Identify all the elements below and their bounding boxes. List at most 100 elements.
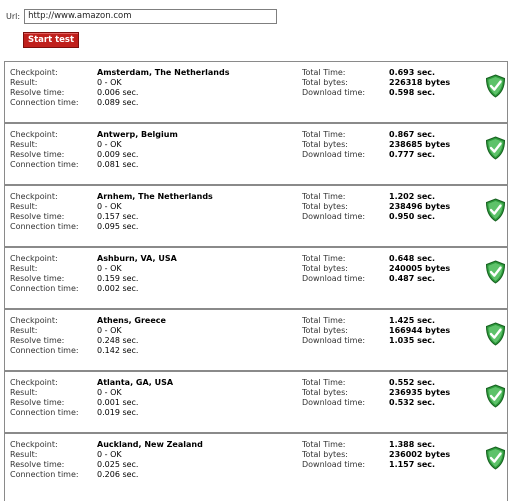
resolve-time-label: Resolve time: [10,150,65,159]
download-time-value: 0.487 sec. [389,274,436,283]
total-time-label: Total Time: [302,254,346,263]
left-labels: Checkpoint: Result: Resolve time: Connec… [10,378,79,418]
connection-time-value: 0.081 sec. [97,160,139,169]
right-labels: Total Time: Total bytes: Download time: [302,68,365,98]
right-labels: Total Time: Total bytes: Download time: [302,440,365,470]
left-labels: Checkpoint: Result: Resolve time: Connec… [10,130,79,170]
right-labels: Total Time: Total bytes: Download time: [302,316,365,346]
left-labels: Checkpoint: Result: Resolve time: Connec… [10,68,79,108]
shield-check-icon [485,446,506,470]
start-test-button[interactable]: Start test [23,32,79,48]
download-time-label: Download time: [302,398,366,407]
left-values: Athens, Greece 0 - OK 0.248 sec. 0.142 s… [97,316,166,356]
resolve-time-label: Resolve time: [10,398,65,407]
download-time-label: Download time: [302,460,366,469]
checkpoint-label: Checkpoint: [10,378,58,387]
left-values: Auckland, New Zealand 0 - OK 0.025 sec. … [97,440,203,480]
right-values: 0.648 sec. 240005 bytes 0.487 sec. [389,254,450,284]
connection-time-value: 0.002 sec. [97,284,139,293]
total-time-value: 0.867 sec. [389,130,436,139]
download-time-value: 0.598 sec. [389,88,436,97]
result-row: Checkpoint: Result: Resolve time: Connec… [5,434,507,496]
left-values: Atlanta, GA, USA 0 - OK 0.001 sec. 0.019… [97,378,173,418]
shield-check-icon [485,260,506,284]
total-time-value: 1.202 sec. [389,192,436,201]
result-value: 0 - OK [97,140,122,149]
checkpoint-label: Checkpoint: [10,130,58,139]
result-value: 0 - OK [97,264,122,273]
right-values: 1.388 sec. 236002 bytes 1.157 sec. [389,440,450,470]
total-bytes-value: 238685 bytes [389,140,451,149]
left-labels: Checkpoint: Result: Resolve time: Connec… [10,316,79,356]
total-time-value: 0.648 sec. [389,254,436,263]
total-time-value: 0.693 sec. [389,68,436,77]
total-time-label: Total Time: [302,378,346,387]
total-bytes-value: 240005 bytes [389,264,451,273]
right-values: 0.867 sec. 238685 bytes 0.777 sec. [389,130,450,160]
download-time-label: Download time: [302,274,366,283]
result-row: Checkpoint: Result: Resolve time: Connec… [5,248,507,310]
total-time-value: 0.552 sec. [389,378,436,387]
result-label: Result: [10,264,38,273]
resolve-time-value: 0.006 sec. [97,88,139,97]
total-bytes-value: 236002 bytes [389,450,451,459]
checkpoint-value: Auckland, New Zealand [97,440,203,449]
total-time-value: 1.388 sec. [389,440,436,449]
resolve-time-label: Resolve time: [10,88,65,97]
checkpoint-value: Atlanta, GA, USA [97,378,174,387]
connection-time-value: 0.095 sec. [97,222,139,231]
total-time-label: Total Time: [302,316,346,325]
checkpoint-label: Checkpoint: [10,68,58,77]
resolve-time-label: Resolve time: [10,274,65,283]
checkpoint-label: Checkpoint: [10,254,58,263]
checkpoint-value: Amsterdam, The Netherlands [97,68,230,77]
left-values: Arnhem, The Netherlands 0 - OK 0.157 sec… [97,192,213,232]
total-bytes-label: Total bytes: [302,202,348,211]
total-bytes-value: 166944 bytes [389,326,451,335]
total-bytes-label: Total bytes: [302,450,348,459]
download-time-label: Download time: [302,336,366,345]
download-time-value: 0.532 sec. [389,398,436,407]
total-bytes-label: Total bytes: [302,264,348,273]
checkpoint-label: Checkpoint: [10,192,58,201]
total-bytes-value: 236935 bytes [389,388,451,397]
result-row: Checkpoint: Result: Resolve time: Connec… [5,372,507,434]
result-label: Result: [10,388,38,397]
result-label: Result: [10,140,38,149]
download-time-label: Download time: [302,212,366,221]
download-time-value: 1.157 sec. [389,460,436,469]
url-row: Url: [6,7,278,25]
result-row: Checkpoint: Result: Resolve time: Connec… [5,62,507,124]
resolve-time-value: 0.009 sec. [97,150,139,159]
connection-time-value: 0.019 sec. [97,408,139,417]
download-time-label: Download time: [302,88,366,97]
resolve-time-value: 0.159 sec. [97,274,139,283]
shield-check-icon [485,384,506,408]
download-time-value: 0.777 sec. [389,150,436,159]
connection-time-label: Connection time: [10,98,79,107]
resolve-time-label: Resolve time: [10,460,65,469]
left-values: Antwerp, Belgium 0 - OK 0.009 sec. 0.081… [97,130,178,170]
total-bytes-label: Total bytes: [302,140,348,149]
right-labels: Total Time: Total bytes: Download time: [302,254,365,284]
right-values: 1.202 sec. 238496 bytes 0.950 sec. [389,192,450,222]
resolve-time-value: 0.025 sec. [97,460,139,469]
result-value: 0 - OK [97,450,122,459]
url-input[interactable] [24,8,278,24]
checkpoint-value: Antwerp, Belgium [97,130,178,139]
connection-time-value: 0.089 sec. [97,98,139,107]
result-label: Result: [10,202,38,211]
resolve-time-value: 0.157 sec. [97,212,139,221]
download-time-value: 1.035 sec. [389,336,436,345]
shield-check-icon [485,198,506,222]
result-label: Result: [10,78,38,87]
result-label: Result: [10,450,38,459]
shield-check-icon [485,322,506,346]
right-labels: Total Time: Total bytes: Download time: [302,378,365,408]
result-row: Checkpoint: Result: Resolve time: Connec… [5,186,507,248]
result-value: 0 - OK [97,326,122,335]
total-bytes-label: Total bytes: [302,388,348,397]
results-list: Checkpoint: Result: Resolve time: Connec… [4,61,508,501]
right-labels: Total Time: Total bytes: Download time: [302,192,365,222]
left-values: Amsterdam, The Netherlands 0 - OK 0.006 … [97,68,229,108]
